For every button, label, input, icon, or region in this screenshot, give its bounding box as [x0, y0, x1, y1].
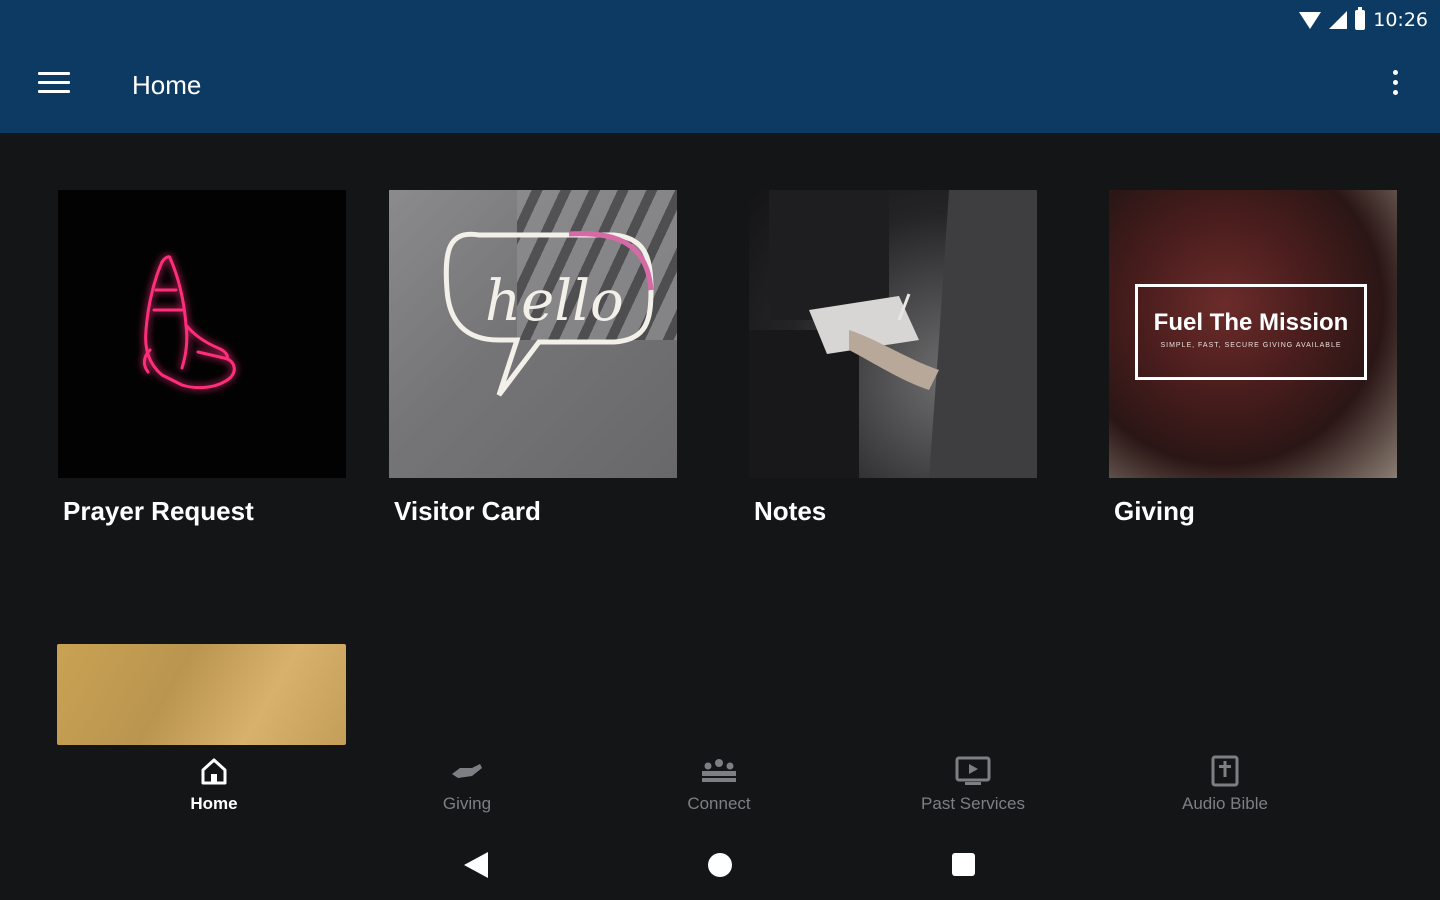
card-prayer-request[interactable]: Prayer Request [58, 190, 346, 527]
notebook-writing-icon [749, 190, 1037, 478]
nav-item-home[interactable]: Home [134, 754, 294, 814]
nav-item-audio-bible[interactable]: Audio Bible [1145, 754, 1305, 814]
status-time: 10:26 [1373, 9, 1428, 31]
tv-play-icon [955, 756, 991, 785]
nav-item-connect[interactable]: Connect [639, 754, 799, 814]
card-label: Notes [754, 496, 827, 526]
bible-icon [1211, 755, 1239, 787]
status-bar: 10:26 [1299, 6, 1428, 34]
system-navigation-bar [0, 840, 1440, 890]
card-notes[interactable]: Notes [749, 190, 1037, 527]
svg-text:hello: hello [485, 269, 624, 334]
speech-bubble-icon: hello [443, 231, 654, 397]
nav-item-past-services[interactable]: Past Services [893, 754, 1053, 814]
nav-item-giving[interactable]: Giving [387, 754, 547, 814]
wifi-icon [1299, 11, 1322, 29]
back-icon[interactable] [464, 852, 488, 878]
cell-signal-icon [1329, 11, 1348, 29]
home-circle-icon[interactable] [708, 853, 732, 877]
hand-giving-icon [452, 764, 482, 778]
card-label: Visitor Card [394, 496, 541, 526]
praying-hands-icon [142, 255, 236, 390]
bottom-navigation: Home Giving Connect Past Services Audio … [0, 748, 1440, 828]
group-icon [702, 759, 736, 782]
card-visitor-card[interactable]: hello Visitor Card [389, 190, 677, 527]
mission-banner: Fuel The Mission SIMPLE, FAST, SECURE GI… [1135, 284, 1367, 380]
fuel-the-mission-image: Fuel The Mission SIMPLE, FAST, SECURE GI… [1109, 190, 1397, 478]
recent-apps-icon[interactable] [952, 853, 975, 876]
card-label: Giving [1114, 496, 1195, 526]
overflow-menu-icon[interactable] [1390, 70, 1400, 100]
card-giving[interactable]: Fuel The Mission SIMPLE, FAST, SECURE GI… [1109, 190, 1397, 527]
prayer-hands-image [58, 190, 346, 478]
hello-sign-image: hello [389, 190, 677, 478]
home-icon [201, 758, 227, 785]
battery-icon [1355, 7, 1366, 30]
card-partial[interactable] [57, 644, 346, 745]
notes-writing-image [749, 190, 1037, 478]
page-title: Home [132, 70, 202, 100]
card-label: Prayer Request [63, 496, 254, 526]
menu-icon[interactable] [38, 72, 70, 96]
app-bar: 10:26 Home [0, 0, 1440, 133]
